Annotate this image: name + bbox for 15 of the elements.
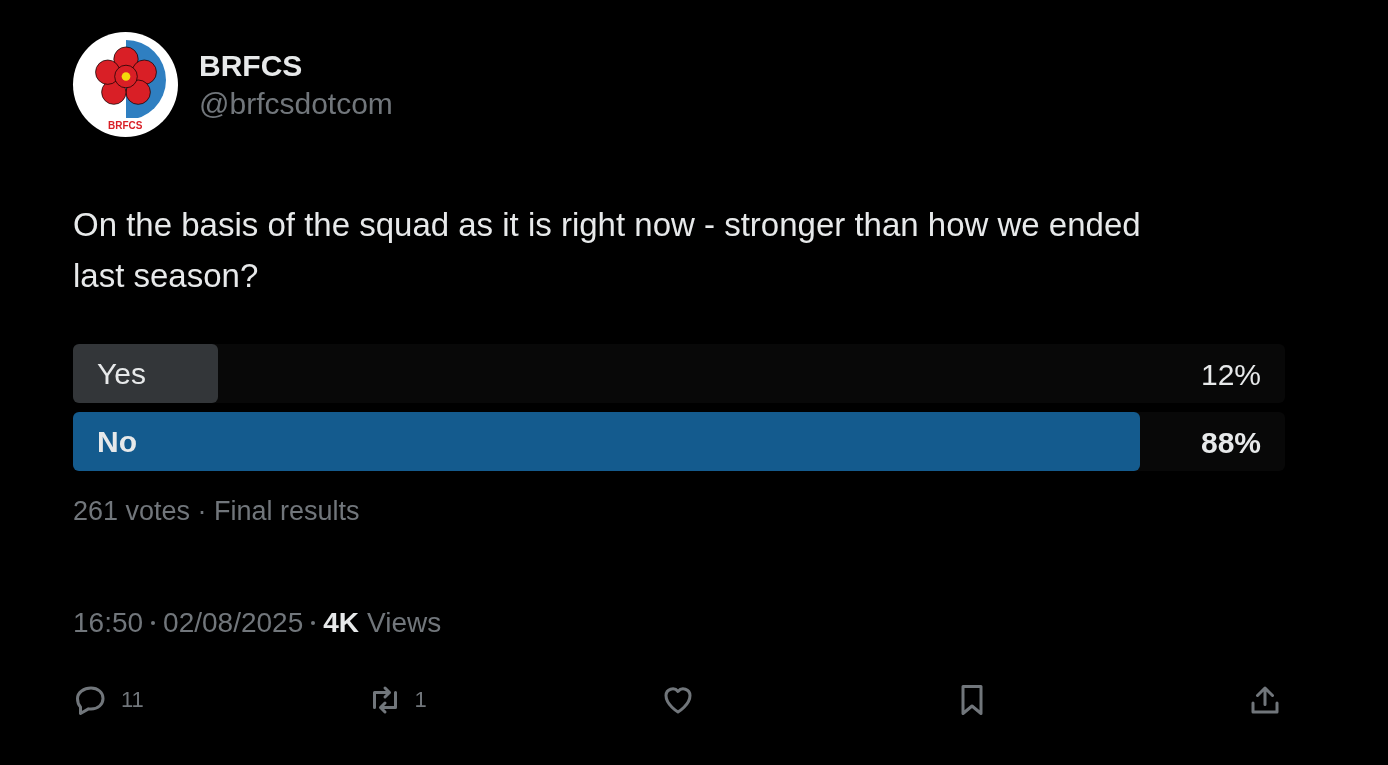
- repost-button[interactable]: 1: [366, 681, 607, 718]
- post-date[interactable]: 02/08/2025: [163, 601, 304, 644]
- poll-percent: 12%: [1200, 357, 1261, 393]
- poll-percent: 88%: [1200, 425, 1261, 461]
- author-name[interactable]: BRFCS: [199, 46, 393, 85]
- avatar[interactable]: BRFCS: [73, 32, 178, 137]
- poll-meta: 261 votes · Final results: [73, 495, 361, 528]
- poll-option-label: Yes: [97, 356, 146, 392]
- views-label: Views: [367, 605, 442, 640]
- poll-option-label: No: [97, 424, 137, 460]
- views-count: 4K: [323, 605, 359, 640]
- reply-button[interactable]: 11: [73, 681, 313, 718]
- post-text: On the basis of the squad as it is right now - stronger than how we ended last season?: [73, 205, 1142, 296]
- author-handle[interactable]: @brfcsdotcom: [199, 84, 393, 123]
- post-time[interactable]: 16:50: [73, 601, 144, 644]
